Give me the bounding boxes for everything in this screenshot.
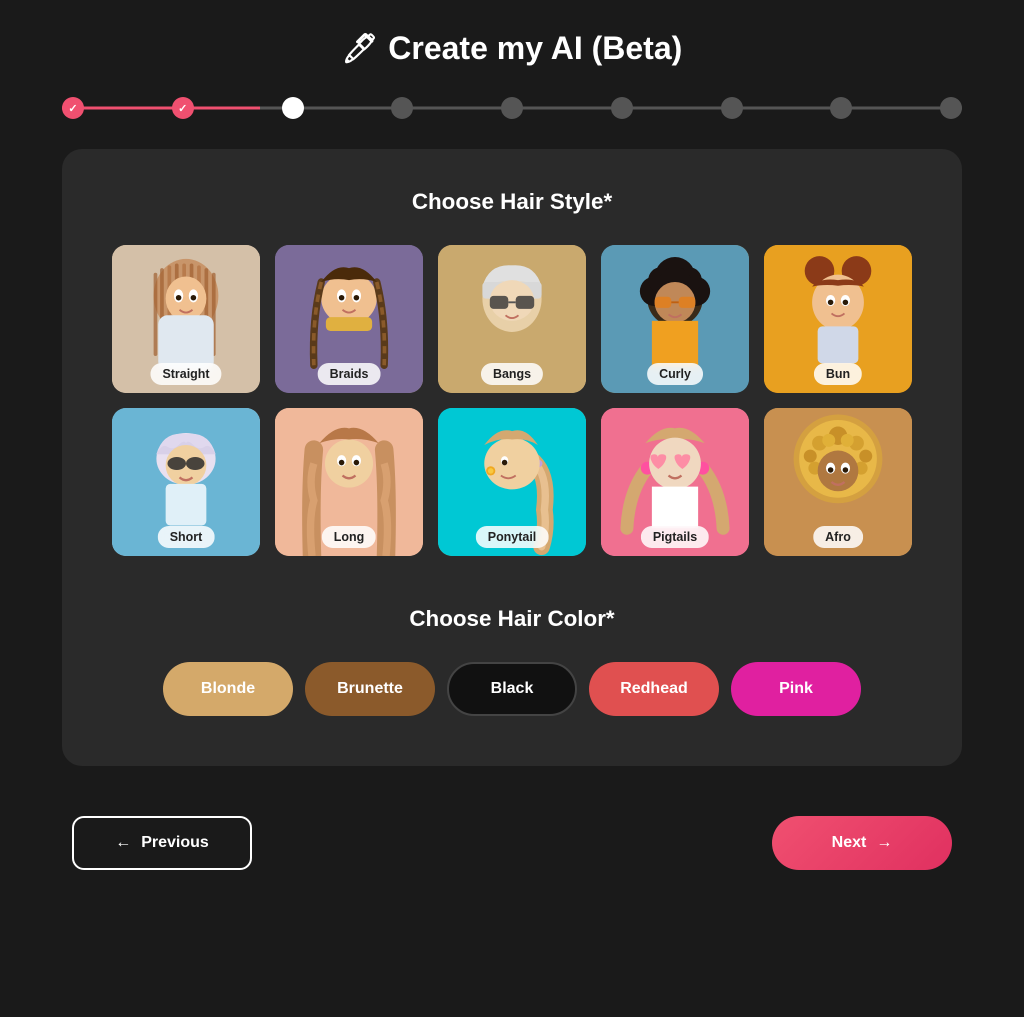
step-1[interactable]: ✓ xyxy=(62,97,84,119)
hair-option-bangs[interactable]: Bangs xyxy=(438,245,586,393)
hair-style-grid: Straight Braids xyxy=(112,245,912,556)
step-3[interactable] xyxy=(282,97,304,119)
hair-label-ponytail: Ponytail xyxy=(476,526,549,548)
hair-option-ponytail[interactable]: Ponytail xyxy=(438,408,586,556)
title-icon: 🖊 xyxy=(342,32,379,66)
previous-button[interactable]: ← Previous xyxy=(72,816,252,870)
hair-label-bun: Bun xyxy=(814,363,862,385)
hair-label-curly: Curly xyxy=(647,363,703,385)
color-btn-redhead[interactable]: Redhead xyxy=(589,662,719,716)
hair-option-curly[interactable]: Curly xyxy=(601,245,749,393)
hair-option-afro[interactable]: Afro xyxy=(764,408,912,556)
progress-bar: ✓ ✓ xyxy=(62,97,962,119)
next-label: Next xyxy=(832,834,867,852)
color-btn-brunette[interactable]: Brunette xyxy=(305,662,435,716)
hair-label-short: Short xyxy=(158,526,215,548)
previous-label: Previous xyxy=(141,834,209,852)
hair-option-pigtails[interactable]: Pigtails xyxy=(601,408,749,556)
hair-label-straight: Straight xyxy=(150,363,221,385)
hair-style-title: Choose Hair Style* xyxy=(112,189,912,215)
navigation-buttons: ← Previous Next → xyxy=(62,816,962,870)
hair-option-straight[interactable]: Straight xyxy=(112,245,260,393)
step-4[interactable] xyxy=(391,97,413,119)
step-7[interactable] xyxy=(721,97,743,119)
arrow-right-icon: → xyxy=(876,834,892,852)
hair-option-short[interactable]: Short xyxy=(112,408,260,556)
next-button[interactable]: Next → xyxy=(772,816,952,870)
step-2[interactable]: ✓ xyxy=(172,97,194,119)
color-btn-blonde[interactable]: Blonde xyxy=(163,662,293,716)
hair-color-buttons: Blonde Brunette Black Redhead Pink xyxy=(112,662,912,716)
step-5[interactable] xyxy=(501,97,523,119)
hair-label-bangs: Bangs xyxy=(481,363,543,385)
hair-option-long[interactable]: Long xyxy=(275,408,423,556)
hair-label-pigtails: Pigtails xyxy=(641,526,709,548)
hair-label-braids: Braids xyxy=(318,363,381,385)
step-9[interactable] xyxy=(940,97,962,119)
arrow-left-icon: ← xyxy=(115,834,131,852)
color-btn-pink[interactable]: Pink xyxy=(731,662,861,716)
hair-option-bun[interactable]: Bun xyxy=(764,245,912,393)
hair-option-braids[interactable]: Braids xyxy=(275,245,423,393)
progress-steps: ✓ ✓ xyxy=(62,97,962,119)
color-btn-black[interactable]: Black xyxy=(447,662,577,716)
hair-label-long: Long xyxy=(322,526,376,548)
step-6[interactable] xyxy=(611,97,633,119)
hair-color-title: Choose Hair Color* xyxy=(112,606,912,632)
hair-label-afro: Afro xyxy=(813,526,863,548)
page-title: 🖊 Create my AI (Beta) xyxy=(342,30,683,67)
step-8[interactable] xyxy=(830,97,852,119)
main-card: Choose Hair Style* xyxy=(62,149,962,766)
